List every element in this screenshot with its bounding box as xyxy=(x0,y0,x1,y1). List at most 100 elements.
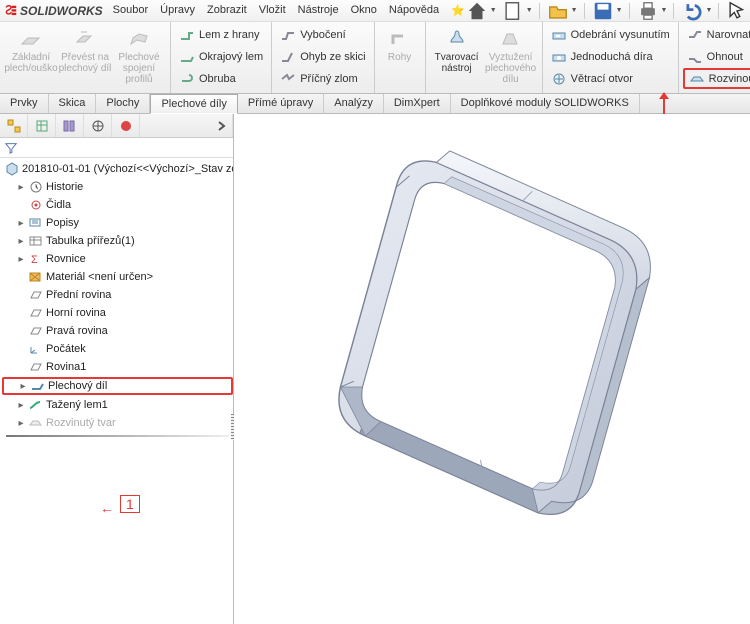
quick-access-toolbar: ▼ ▼ ▼ ▼ ▼ ▼ ▼ xyxy=(465,1,750,21)
qat-new-icon[interactable] xyxy=(501,1,525,21)
swept-flange-icon xyxy=(28,398,44,412)
rbtn-gusset[interactable]: Vyztužení plechového dílu xyxy=(484,24,538,85)
tab-evaluate[interactable]: Analýzy xyxy=(324,94,384,113)
tree-flat-pattern[interactable]: ▸ Rozvinutý tvar xyxy=(2,414,233,432)
rbtn-flatten[interactable]: Rozvinout xyxy=(683,68,750,89)
plane-icon xyxy=(28,288,44,302)
rbtn-lofted[interactable]: Plechové spojení profilů xyxy=(112,24,166,85)
rbtn-extruded-cut[interactable]: Odebrání vysunutím xyxy=(547,24,674,45)
tree-swept-flange[interactable]: ▸ Tažený lem1 xyxy=(2,396,233,414)
main-menu: Soubor Úpravy Zobrazit Vložit Nástroje O… xyxy=(113,4,465,17)
menu-view[interactable]: Zobrazit xyxy=(207,4,247,17)
tab-direct-editing[interactable]: Přímé úpravy xyxy=(238,94,324,113)
tab-sketch[interactable]: Skica xyxy=(49,94,97,113)
sheet-icon xyxy=(19,26,43,50)
rbtn-simple-hole[interactable]: Jednoduchá díra xyxy=(547,46,674,67)
graphics-viewport[interactable] xyxy=(234,114,750,624)
tree-history[interactable]: ▸ Historie xyxy=(2,178,233,196)
model-view xyxy=(254,124,734,604)
feature-tree: 201810-01-01 (Výchozí<<Výchozí>_Stav zob… xyxy=(0,158,233,439)
callout-1-arrow: ← xyxy=(100,500,114,516)
tree-sheet-metal[interactable]: ▸ Plechový díl xyxy=(2,377,233,395)
annotation-icon xyxy=(28,216,44,230)
qat-open-icon[interactable] xyxy=(546,1,570,21)
expand-icon[interactable]: ▸ xyxy=(16,254,26,265)
expand-icon[interactable]: ▸ xyxy=(16,218,26,229)
tab-sheet-metal[interactable]: Plechové díly xyxy=(150,94,237,114)
command-tabs: Prvky Skica Plochy Plechové díly Přímé ú… xyxy=(0,94,750,114)
tree-root[interactable]: 201810-01-01 (Výchozí<<Výchozí>_Stav zob… xyxy=(2,160,233,178)
tree-material[interactable]: Materiál <není určen> xyxy=(2,268,233,286)
panel-tab-expand-icon[interactable] xyxy=(211,114,233,137)
tree-annotations[interactable]: ▸ Popisy xyxy=(2,214,233,232)
edge-flange-icon xyxy=(179,27,195,43)
history-icon xyxy=(28,180,44,194)
panel-tab-dimxpert-icon[interactable] xyxy=(84,114,112,137)
tree-plane1[interactable]: Rovina1 xyxy=(2,358,233,376)
origin-icon xyxy=(28,342,44,356)
qat-undo-icon[interactable] xyxy=(680,1,704,21)
part-icon xyxy=(4,162,20,176)
menu-search-icon[interactable]: ⭐ xyxy=(451,4,465,17)
menu-help[interactable]: Nápověda xyxy=(389,4,439,17)
title-bar: SOLIDWORKS Soubor Úpravy Zobrazit Vložit… xyxy=(0,0,750,22)
rbtn-vent[interactable]: Větrací otvor xyxy=(547,68,674,89)
menu-window[interactable]: Okno xyxy=(351,4,377,17)
rbtn-convert[interactable]: Převést na plechový díl xyxy=(58,24,112,74)
flat-pattern-icon xyxy=(28,416,44,430)
tab-dimxpert[interactable]: DimXpert xyxy=(384,94,451,113)
rbtn-hem[interactable]: Obruba xyxy=(175,68,267,89)
rbtn-forming-tool[interactable]: Tvarovací nástroj xyxy=(430,24,484,74)
rbtn-cross-break[interactable]: Příčný zlom xyxy=(276,68,369,89)
rbtn-fold[interactable]: Ohnout xyxy=(683,46,750,67)
expand-icon[interactable]: ▸ xyxy=(16,418,26,429)
rbtn-base-flange[interactable]: Základní plech/ouško xyxy=(4,24,58,74)
menu-file[interactable]: Soubor xyxy=(113,4,148,17)
menu-tools[interactable]: Nástroje xyxy=(298,4,339,17)
menu-edit[interactable]: Úpravy xyxy=(160,4,195,17)
qat-home-icon[interactable] xyxy=(465,1,489,21)
tree-right-plane[interactable]: Pravá rovina xyxy=(2,322,233,340)
panel-tab-property-icon[interactable] xyxy=(28,114,56,137)
plane-icon xyxy=(28,324,44,338)
expand-icon[interactable]: ▸ xyxy=(16,236,26,247)
panel-tab-appearance-icon[interactable] xyxy=(112,114,140,137)
extruded-cut-icon xyxy=(551,27,567,43)
jog-icon xyxy=(280,27,296,43)
cutlist-icon xyxy=(28,234,44,248)
tree-top-plane[interactable]: Horní rovina xyxy=(2,304,233,322)
cross-break-icon xyxy=(280,71,296,87)
material-icon xyxy=(28,270,44,284)
rbtn-unfold[interactable]: Narovnat xyxy=(683,24,750,45)
expand-icon[interactable]: ▸ xyxy=(18,381,28,392)
rbtn-edge-flange[interactable]: Lem z hrany xyxy=(175,24,267,45)
qat-print-icon[interactable] xyxy=(636,1,660,21)
rbtn-miter-flange[interactable]: Okrajový lem xyxy=(175,46,267,67)
qat-select-icon[interactable] xyxy=(725,1,749,21)
tree-origin[interactable]: Počátek xyxy=(2,340,233,358)
tree-front-plane[interactable]: Přední rovina xyxy=(2,286,233,304)
rbtn-jog[interactable]: Vybočení xyxy=(276,24,369,45)
tree-equations[interactable]: ▸ Σ Rovnice xyxy=(2,250,233,268)
tree-filter[interactable] xyxy=(0,138,233,158)
tree-sensors[interactable]: Čidla xyxy=(2,196,233,214)
menu-insert[interactable]: Vložit xyxy=(259,4,286,17)
rbtn-corners[interactable]: Rohy xyxy=(379,24,421,63)
expand-icon[interactable]: ▸ xyxy=(16,182,26,193)
sensor-icon xyxy=(28,198,44,212)
app-name: SOLIDWORKS xyxy=(20,4,103,18)
expand-icon[interactable]: ▸ xyxy=(16,400,26,411)
panel-tab-config-icon[interactable] xyxy=(56,114,84,137)
tab-addins[interactable]: Doplňkové moduly SOLIDWORKS xyxy=(451,94,640,113)
panel-tab-tree-icon[interactable] xyxy=(0,114,28,137)
fold-icon xyxy=(687,49,703,65)
tree-cut-list[interactable]: ▸ Tabulka přířezů(1) xyxy=(2,232,233,250)
sheetmetal-icon xyxy=(30,379,46,393)
qat-save-icon[interactable] xyxy=(591,1,615,21)
gusset-icon xyxy=(499,26,523,50)
rbtn-sketched-bend[interactable]: Ohyb ze skici xyxy=(276,46,369,67)
tab-features[interactable]: Prvky xyxy=(0,94,49,113)
tab-surfaces[interactable]: Plochy xyxy=(96,94,150,113)
corners-icon xyxy=(388,26,412,50)
tree-rollback-bar[interactable] xyxy=(6,435,229,437)
